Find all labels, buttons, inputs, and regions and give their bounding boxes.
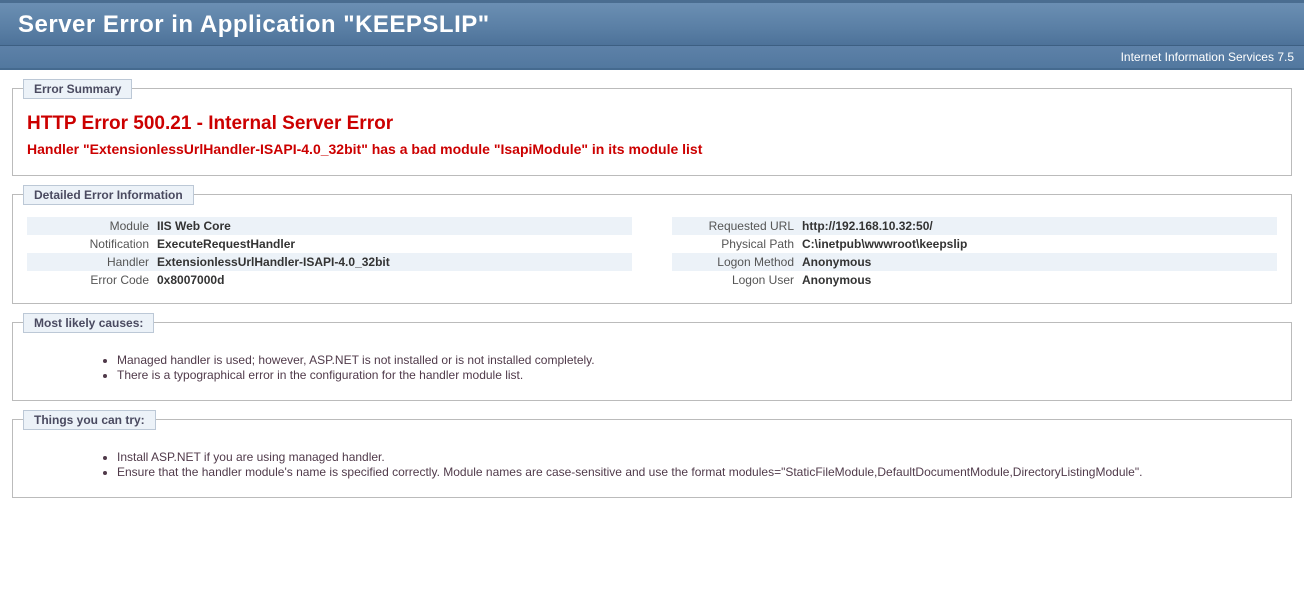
detail-value: C:\inetpub\wwwroot\keepslip [802,237,1277,251]
detail-row: Physical PathC:\inetpub\wwwroot\keepslip [672,235,1277,253]
detail-value: ExtensionlessUrlHandler-ISAPI-4.0_32bit [157,255,632,269]
detailed-error-legend: Detailed Error Information [23,185,194,205]
detail-value: 0x8007000d [157,273,632,287]
error-summary-legend: Error Summary [23,79,132,99]
detail-label: Requested URL [672,219,802,233]
try-legend: Things you can try: [23,410,156,430]
detail-label: Handler [27,255,157,269]
detail-col-right: Requested URLhttp://192.168.10.32:50/ Ph… [672,217,1277,289]
list-item: Managed handler is used; however, ASP.NE… [117,353,1277,367]
detail-value: IIS Web Core [157,219,632,233]
causes-list: Managed handler is used; however, ASP.NE… [27,353,1277,382]
detail-value: http://192.168.10.32:50/ [802,219,1277,233]
list-item: Install ASP.NET if you are using managed… [117,450,1277,464]
http-error-title: HTTP Error 500.21 - Internal Server Erro… [27,113,1277,135]
detail-label: Error Code [27,273,157,287]
http-error-subtitle: Handler "ExtensionlessUrlHandler-ISAPI-4… [27,141,1277,157]
detail-row: Logon UserAnonymous [672,271,1277,289]
detail-label: Module [27,219,157,233]
detail-label: Logon User [672,273,802,287]
causes-legend: Most likely causes: [23,313,154,333]
detail-value: ExecuteRequestHandler [157,237,632,251]
detail-label: Logon Method [672,255,802,269]
iis-version-label: Internet Information Services 7.5 [1121,50,1294,64]
detail-row: Logon MethodAnonymous [672,253,1277,271]
detail-label: Physical Path [672,237,802,251]
page-subheader: Internet Information Services 7.5 [0,46,1304,70]
detail-col-left: ModuleIIS Web Core NotificationExecuteRe… [27,217,632,289]
detail-value: Anonymous [802,255,1277,269]
list-item: There is a typographical error in the co… [117,368,1277,382]
most-likely-causes-block: Most likely causes: Managed handler is u… [12,322,1292,401]
try-list: Install ASP.NET if you are using managed… [27,450,1277,479]
error-summary-block: Error Summary HTTP Error 500.21 - Intern… [12,88,1292,176]
detail-label: Notification [27,237,157,251]
things-you-can-try-block: Things you can try: Install ASP.NET if y… [12,419,1292,498]
detail-row: NotificationExecuteRequestHandler [27,235,632,253]
detail-row: Error Code0x8007000d [27,271,632,289]
page-title: Server Error in Application "KEEPSLIP" [18,11,1286,39]
detail-value: Anonymous [802,273,1277,287]
detail-row: ModuleIIS Web Core [27,217,632,235]
list-item: Ensure that the handler module's name is… [117,465,1277,479]
detail-row: Requested URLhttp://192.168.10.32:50/ [672,217,1277,235]
page-header: Server Error in Application "KEEPSLIP" [0,0,1304,46]
detailed-error-block: Detailed Error Information ModuleIIS Web… [12,194,1292,304]
detail-columns: ModuleIIS Web Core NotificationExecuteRe… [27,217,1277,289]
detail-row: HandlerExtensionlessUrlHandler-ISAPI-4.0… [27,253,632,271]
